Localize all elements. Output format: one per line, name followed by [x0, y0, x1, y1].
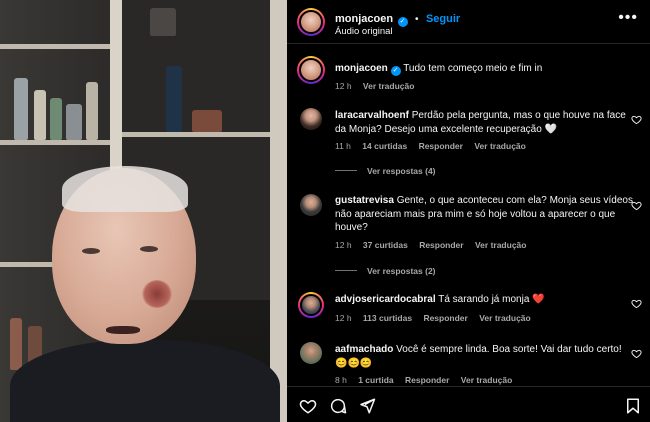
translate-link[interactable]: Ver tradução — [461, 375, 513, 385]
comment-username[interactable]: gustatrevisa — [335, 195, 394, 206]
mouth — [106, 326, 140, 334]
comment-time[interactable]: 12 h — [335, 240, 352, 250]
caption-username[interactable]: monjacoen — [335, 63, 388, 74]
comment-avatar[interactable] — [300, 194, 322, 216]
post-header: monjacoen ✓ • Seguir Áudio original ••• — [287, 0, 650, 44]
translate-link[interactable]: Ver tradução — [474, 141, 526, 151]
audio-label[interactable]: Áudio original — [335, 26, 393, 37]
comment-likes[interactable]: 1 curtida — [358, 375, 393, 385]
comment-like-heart-icon[interactable] — [631, 348, 642, 359]
comment-meta: 12 h 113 curtidas Responder Ver tradução — [335, 313, 540, 323]
person-jacket — [10, 340, 280, 422]
jar — [192, 110, 222, 132]
view-replies-label: Ver respostas (4) — [367, 166, 436, 176]
comment-meta: 12 h 37 curtidas Responder Ver tradução — [335, 240, 535, 250]
verified-badge-icon: ✓ — [397, 17, 408, 27]
comment-body: Tá sarando já monja ❤️ — [438, 294, 545, 305]
comment-avatar-ring[interactable] — [298, 292, 324, 318]
caption-translate-link[interactable]: Ver tradução — [363, 81, 415, 91]
follow-button[interactable]: Seguir — [426, 13, 460, 25]
verified-badge-icon: ✓ — [390, 66, 401, 76]
replies-line — [335, 270, 357, 271]
comment-meta: 8 h 1 curtida Responder Ver tradução — [335, 375, 521, 385]
jar — [150, 8, 176, 36]
replies-line — [335, 170, 357, 171]
bottle — [34, 90, 46, 140]
comment-time[interactable]: 8 h — [335, 375, 347, 385]
person-hair — [62, 166, 188, 212]
eye — [140, 246, 158, 252]
face-wound — [142, 280, 172, 308]
eye — [82, 248, 100, 254]
comment-likes[interactable]: 37 curtidas — [363, 240, 408, 250]
caption-avatar-ring[interactable] — [297, 56, 325, 84]
bookmark-icon[interactable] — [624, 397, 642, 415]
comment-avatar[interactable] — [300, 108, 322, 130]
avatar — [299, 58, 323, 82]
bottle — [86, 82, 98, 140]
post-side-panel: monjacoen ✓ • Seguir Áudio original ••• … — [287, 0, 650, 422]
post-username[interactable]: monjacoen — [335, 13, 393, 25]
comment-like-heart-icon[interactable] — [631, 200, 642, 211]
more-horizontal-icon[interactable]: ••• — [618, 9, 638, 27]
reply-button[interactable]: Responder — [419, 141, 463, 151]
reel-video[interactable] — [0, 0, 287, 422]
comment-text: aafmachado Você é sempre linda. Boa sort… — [335, 343, 631, 370]
post-action-bar — [287, 386, 650, 422]
comment-meta: 11 h 14 curtidas Responder Ver tradução — [335, 141, 535, 151]
comment-text: laracarvalhoenf Perdão pela pergunta, ma… — [335, 109, 635, 136]
comment-time[interactable]: 12 h — [335, 313, 352, 323]
comment-likes[interactable]: 14 curtidas — [362, 141, 407, 151]
bottle — [66, 104, 82, 140]
comment-icon[interactable] — [329, 397, 347, 415]
bottle — [166, 66, 182, 132]
comment-likes[interactable]: 113 curtidas — [363, 313, 412, 323]
avatar-story-ring[interactable] — [297, 8, 325, 36]
caption-meta: 12 h Ver tradução — [335, 81, 423, 91]
view-replies-button[interactable]: Ver respostas (2) — [335, 266, 436, 276]
avatar — [299, 10, 323, 34]
caption-time[interactable]: 12 h — [335, 81, 352, 91]
comment-username[interactable]: laracarvalhoenf — [335, 110, 409, 121]
dot-separator: • — [414, 14, 419, 25]
comment-like-heart-icon[interactable] — [631, 114, 642, 125]
comment-avatar — [300, 294, 322, 316]
translate-link[interactable]: Ver tradução — [479, 313, 531, 323]
reply-button[interactable]: Responder — [405, 375, 449, 385]
comment-like-heart-icon[interactable] — [631, 298, 642, 309]
comment-text: gustatrevisa Gente, o que aconteceu com … — [335, 194, 633, 235]
shelf — [122, 132, 272, 137]
comment-avatar[interactable] — [300, 342, 322, 364]
view-replies-label: Ver respostas (2) — [367, 266, 436, 276]
reply-button[interactable]: Responder — [419, 240, 463, 250]
cabinet-edge — [270, 0, 287, 422]
heart-icon[interactable] — [299, 397, 317, 415]
header-title-row: monjacoen ✓ • Seguir — [335, 9, 460, 27]
view-replies-button[interactable]: Ver respostas (4) — [335, 166, 436, 176]
shelf — [0, 44, 112, 49]
comment-text: advjosericardocabral Tá sarando já monja… — [335, 293, 635, 307]
caption-text: monjacoen ✓ Tudo tem começo meio e fim i… — [335, 62, 635, 76]
shelf — [0, 140, 112, 145]
reply-button[interactable]: Responder — [423, 313, 467, 323]
comment-time[interactable]: 11 h — [335, 141, 351, 151]
comment-username[interactable]: aafmachado — [335, 344, 393, 355]
translate-link[interactable]: Ver tradução — [475, 240, 527, 250]
share-icon[interactable] — [358, 397, 376, 415]
bottle — [10, 318, 22, 370]
caption-body: Tudo tem começo meio e fim in — [403, 63, 543, 74]
bottle — [14, 78, 28, 140]
comment-username[interactable]: advjosericardocabral — [335, 294, 436, 305]
bottle — [50, 98, 62, 140]
